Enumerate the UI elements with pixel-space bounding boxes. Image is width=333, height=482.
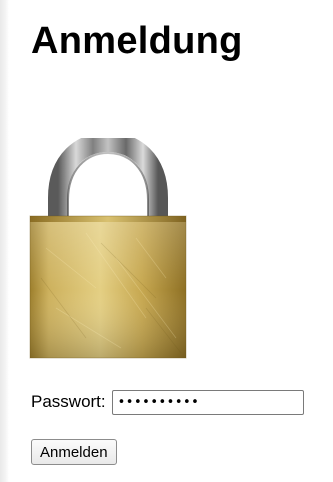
- login-button[interactable]: Anmelden: [31, 439, 117, 465]
- password-row: Passwort:: [31, 389, 304, 415]
- window-left-edge: [0, 0, 9, 482]
- password-input[interactable]: [111, 389, 304, 415]
- padlock-icon: [29, 138, 187, 359]
- password-label: Passwort:: [31, 392, 106, 411]
- page-title: Anmeldung: [31, 20, 243, 62]
